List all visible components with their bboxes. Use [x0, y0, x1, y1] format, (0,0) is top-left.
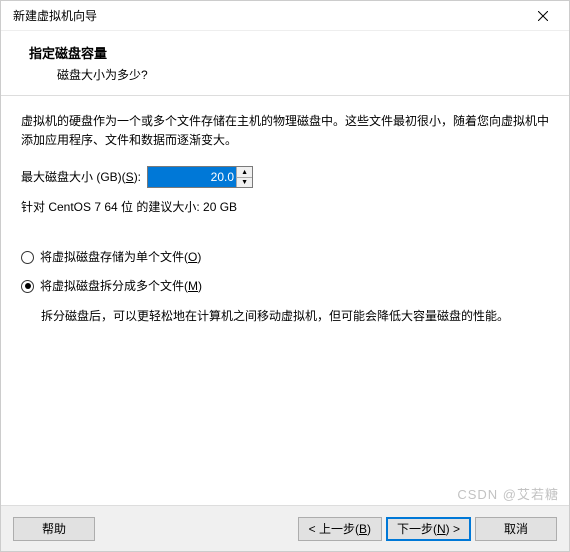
close-icon	[538, 11, 548, 21]
recommended-size-text: 针对 CentOS 7 64 位 的建议大小: 20 GB	[21, 198, 549, 217]
radio-split-files[interactable]: 将虚拟磁盘拆分成多个文件(M)	[21, 277, 549, 296]
radio-single-label: 将虚拟磁盘存储为单个文件(O)	[40, 248, 201, 267]
titlebar: 新建虚拟机向导	[1, 1, 569, 31]
disk-size-input[interactable]	[148, 167, 236, 187]
page-subtitle: 磁盘大小为多少?	[57, 66, 549, 83]
disk-size-row: 最大磁盘大小 (GB)(S): ▲ ▼	[21, 166, 549, 188]
window-title: 新建虚拟机向导	[13, 7, 525, 24]
description-text: 虚拟机的硬盘作为一个或多个文件存储在主机的物理磁盘中。这些文件最初很小，随着您向…	[21, 112, 549, 150]
wizard-header: 指定磁盘容量 磁盘大小为多少?	[1, 31, 569, 96]
radio-single-file[interactable]: 将虚拟磁盘存储为单个文件(O)	[21, 248, 549, 267]
split-description: 拆分磁盘后，可以更轻松地在计算机之间移动虚拟机，但可能会降低大容量磁盘的性能。	[41, 306, 549, 326]
page-title: 指定磁盘容量	[29, 43, 549, 62]
radio-icon	[21, 251, 34, 264]
wizard-content: 虚拟机的硬盘作为一个或多个文件存储在主机的物理磁盘中。这些文件最初很小，随着您向…	[1, 96, 569, 505]
spin-up-button[interactable]: ▲	[237, 167, 252, 178]
next-button[interactable]: 下一步(N) >	[386, 517, 471, 541]
wizard-window: 新建虚拟机向导 指定磁盘容量 磁盘大小为多少? 虚拟机的硬盘作为一个或多个文件存…	[0, 0, 570, 552]
close-button[interactable]	[525, 2, 561, 30]
disk-size-spinner: ▲ ▼	[147, 166, 253, 188]
help-button[interactable]: 帮助	[13, 517, 95, 541]
back-button[interactable]: < 上一步(B)	[298, 517, 382, 541]
wizard-footer: 帮助 < 上一步(B) 下一步(N) > 取消	[1, 505, 569, 551]
disk-size-label: 最大磁盘大小 (GB)(S):	[21, 168, 141, 187]
spin-down-button[interactable]: ▼	[237, 178, 252, 188]
radio-icon	[21, 280, 34, 293]
radio-split-label: 将虚拟磁盘拆分成多个文件(M)	[40, 277, 202, 296]
storage-radio-group: 将虚拟磁盘存储为单个文件(O) 将虚拟磁盘拆分成多个文件(M) 拆分磁盘后，可以…	[21, 248, 549, 327]
spinner-buttons: ▲ ▼	[236, 167, 252, 187]
cancel-button[interactable]: 取消	[475, 517, 557, 541]
